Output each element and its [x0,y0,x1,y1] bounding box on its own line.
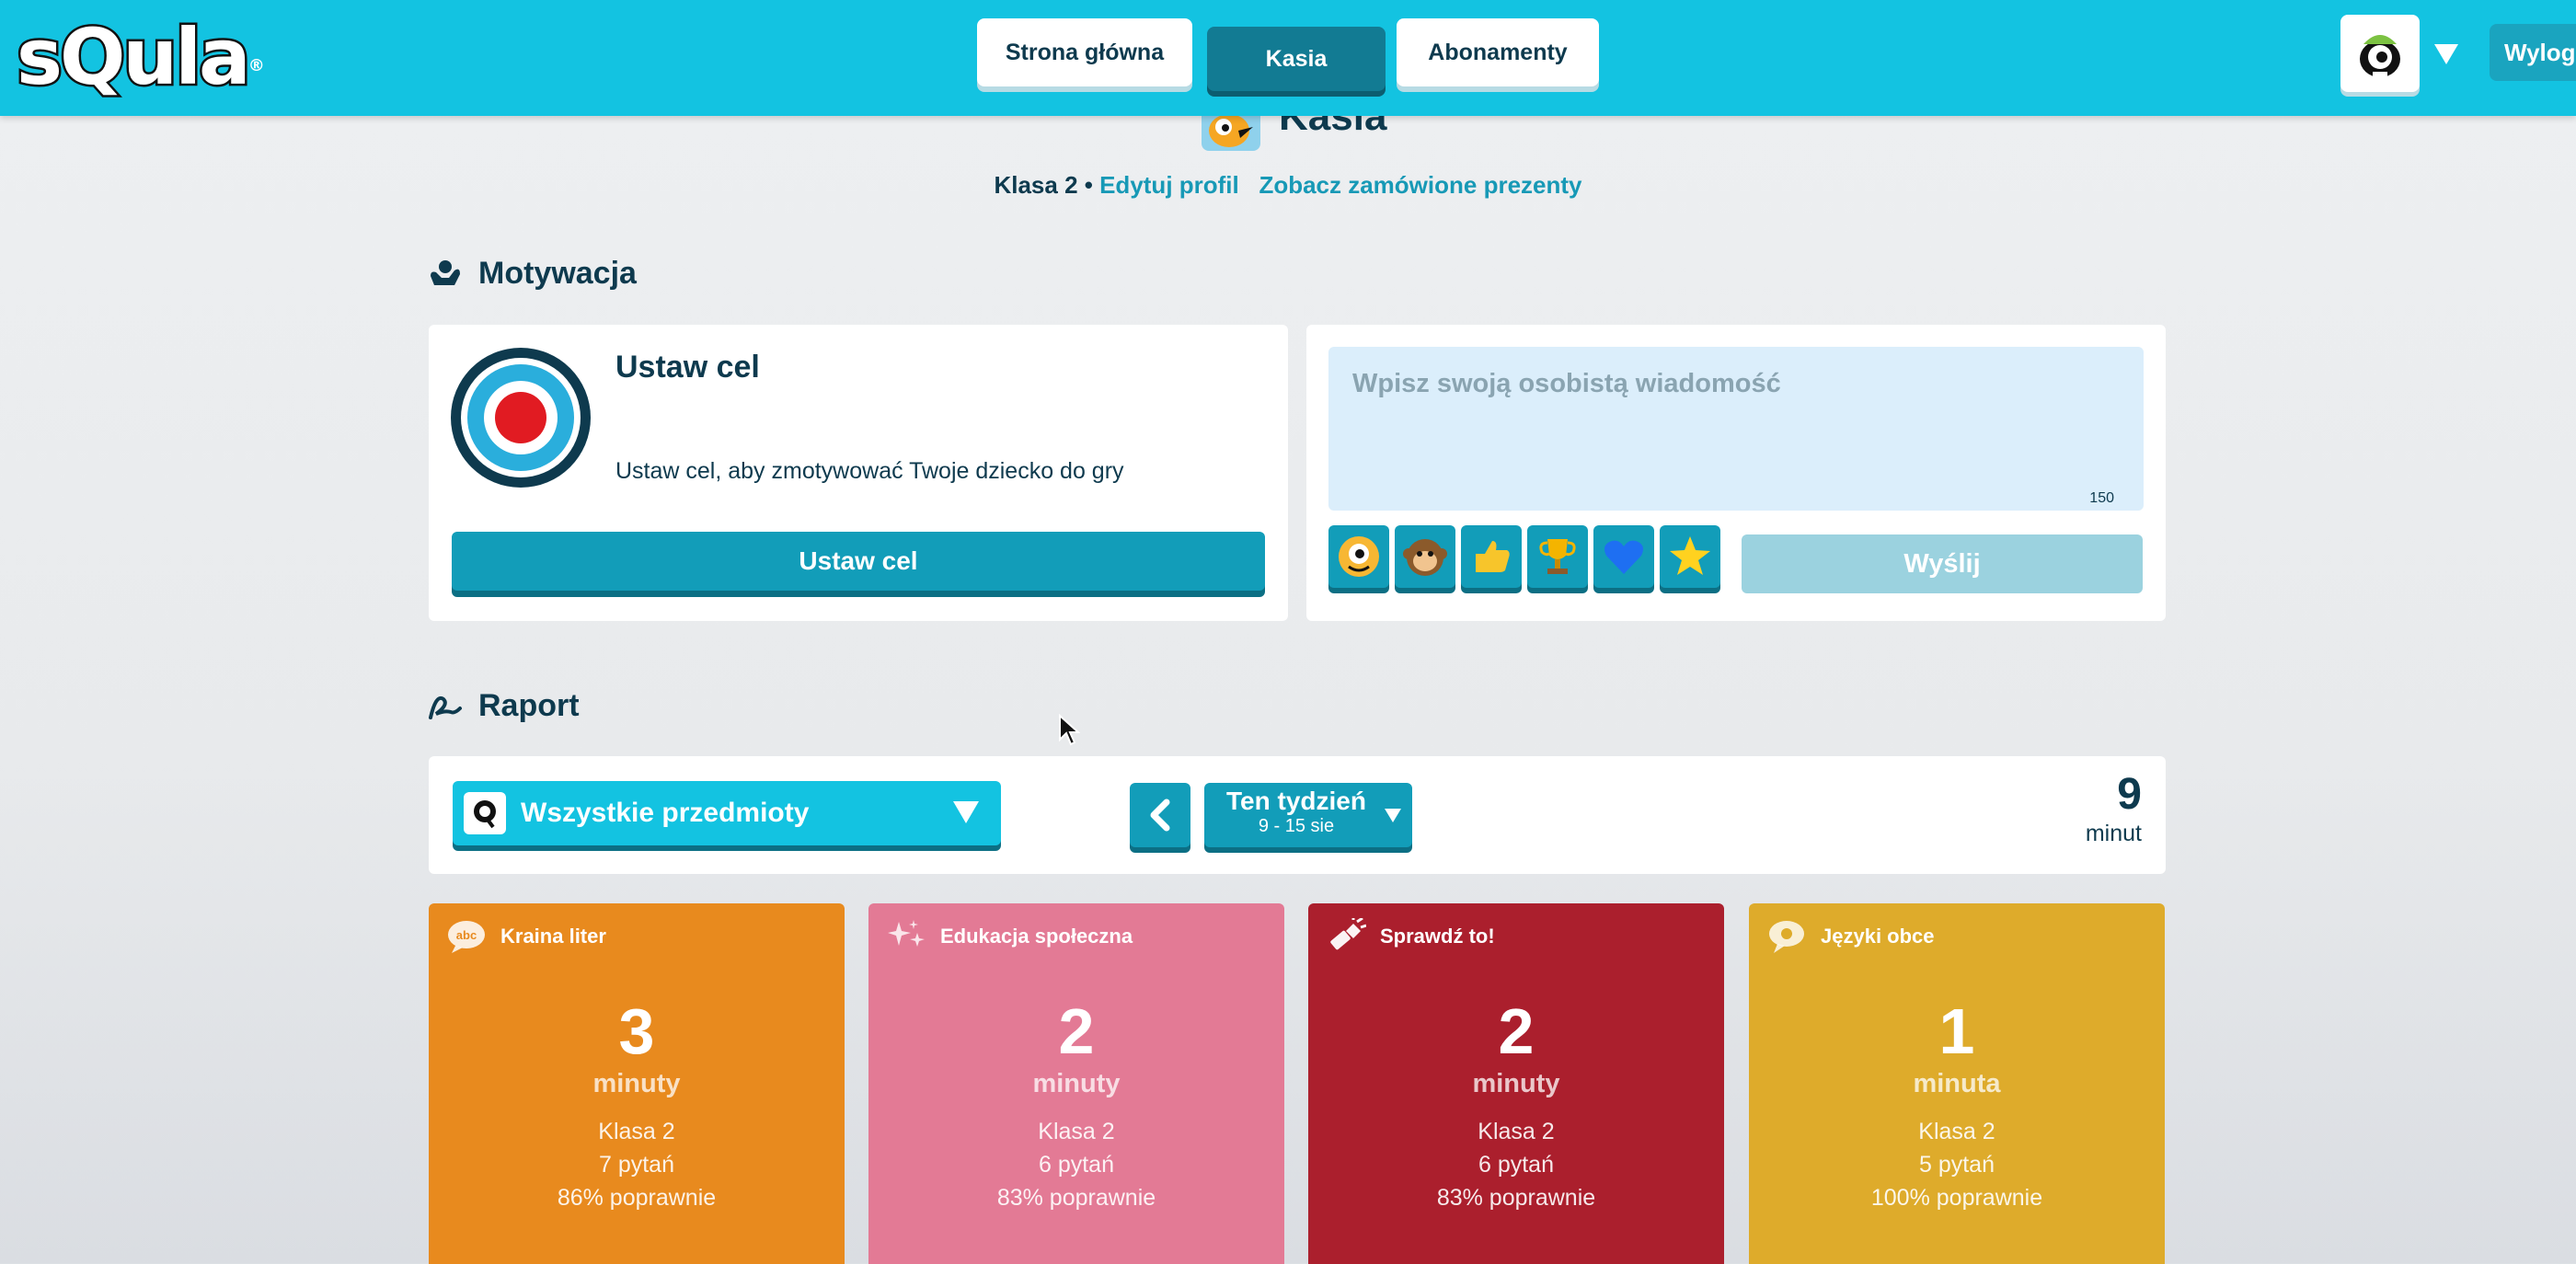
subject-unit: minuta [1913,1069,2001,1098]
subject-card-kraina-liter[interactable]: abc Kraina liter 3 minuty Klasa 2 7 pyta… [429,903,845,1264]
subject-correct: 83% poprawnie [1436,1185,1596,1211]
profile-links: Klasa 2 • Edytuj profil Zobacz zamówione… [0,171,2576,200]
subject-minutes: 2 [1058,995,1095,1067]
subject-questions: 5 pytań [1918,1152,1995,1178]
monkey-face-icon[interactable] [1395,525,1455,588]
subject-minutes: 2 [1498,995,1535,1067]
star-icon[interactable] [1660,525,1720,588]
sparkles-icon [885,916,927,957]
total-minutes-value: 9 [2117,770,2142,819]
subject-name: Kraina liter [500,925,606,948]
squla-q-icon [464,792,506,834]
subject-questions: 7 pytań [598,1152,674,1178]
thumbs-up-icon[interactable] [1461,525,1522,588]
mouse-cursor-icon [1059,714,1080,746]
nav-home[interactable]: Strona główna [977,18,1192,86]
ordered-gifts-link[interactable]: Zobacz zamówione prezenty [1259,171,1581,199]
character-counter: 150 [2089,490,2114,506]
nav-subscriptions[interactable]: Abonamenty [1397,18,1599,86]
subject-unit: minuty [1472,1069,1560,1098]
logout-button[interactable]: Wylogu [2490,24,2576,81]
message-input[interactable]: Wpisz swoją osobistą wiadomość 150 [1328,347,2144,511]
total-minutes-unit: minut [2085,821,2142,846]
monster-face-icon[interactable] [1328,525,1389,588]
heart-icon[interactable] [1593,525,1654,588]
subject-name: Edukacja społeczna [940,925,1133,948]
chevron-left-icon [1150,799,1170,832]
chevron-down-icon [953,801,979,823]
subject-questions: 6 pytań [1478,1152,1554,1178]
hand-heart-icon [431,259,460,285]
subject-card-sprawdz-to[interactable]: Sprawdź to! 2 minuty Klasa 2 6 pytań 83%… [1308,903,1724,1264]
goal-description: Ustaw cel, aby zmotywować Twoje dziecko … [615,458,1124,484]
subject-minutes: 3 [618,995,655,1067]
subject-unit: minuty [592,1069,681,1098]
subject-card-jezyki-obce[interactable]: Języki obce 1 minuta Klasa 2 5 pytań 100… [1749,903,2165,1264]
subject-grade: Klasa 2 [1038,1119,1115,1144]
grade-label: Klasa 2 • [994,171,1093,199]
squla-logo[interactable]: sQula® [15,11,265,104]
subject-grade: Klasa 2 [1918,1119,1995,1144]
message-placeholder: Wpisz swoją osobistą wiadomość [1352,369,1781,398]
subject-filter-label: Wszystkie przedmioty [521,798,810,828]
subject-grade: Klasa 2 [1478,1119,1555,1144]
subject-questions: 6 pytań [1038,1152,1114,1178]
set-goal-button[interactable]: Ustaw cel [452,532,1265,591]
monster-avatar-icon [2360,35,2400,77]
report-heading: Raport [427,688,580,724]
subject-name: Języki obce [1821,925,1935,948]
signature-icon [429,695,462,719]
target-icon [451,348,591,488]
send-button[interactable]: Wyślij [1742,534,2143,593]
subject-unit: minuty [1032,1069,1121,1098]
subject-card-edukacja-spoleczna[interactable]: Edukacja społeczna 2 minuty Klasa 2 6 py… [868,903,1284,1264]
week-range: 9 - 15 sie [1258,816,1335,836]
speech-bubble-icon [1765,916,1808,957]
subject-correct: 83% poprawnie [996,1185,1156,1211]
trophy-icon[interactable] [1527,525,1588,588]
edit-profile-link[interactable]: Edytuj profil [1099,171,1239,199]
motivation-heading: Motywacja [427,256,637,292]
user-avatar-menu[interactable] [2340,15,2420,92]
svg-text:abc: abc [456,928,477,942]
week-label: Ten tydzień [1226,787,1366,815]
subject-grade: Klasa 2 [598,1119,675,1144]
subject-minutes: 1 [1938,995,1975,1067]
abc-bubble-icon: abc [445,916,488,957]
chevron-down-icon [1385,809,1401,822]
flashlight-icon [1325,916,1367,957]
chevron-down-icon[interactable] [2434,44,2458,64]
nav-kasia[interactable]: Kasia [1207,27,1386,91]
subject-correct: 100% poprawnie [1870,1185,2043,1211]
top-bar: sQula® Strona główna Kasia Abonamenty Wy… [0,0,2576,116]
previous-week-button[interactable] [1130,783,1190,847]
subject-name: Sprawdź to! [1380,925,1495,948]
goal-title: Ustaw cel [615,350,760,385]
week-selector[interactable]: Ten tydzień 9 - 15 sie [1204,783,1412,847]
subject-correct: 86% poprawnie [557,1185,717,1211]
subject-filter-dropdown[interactable]: Wszystkie przedmioty [453,781,1001,845]
